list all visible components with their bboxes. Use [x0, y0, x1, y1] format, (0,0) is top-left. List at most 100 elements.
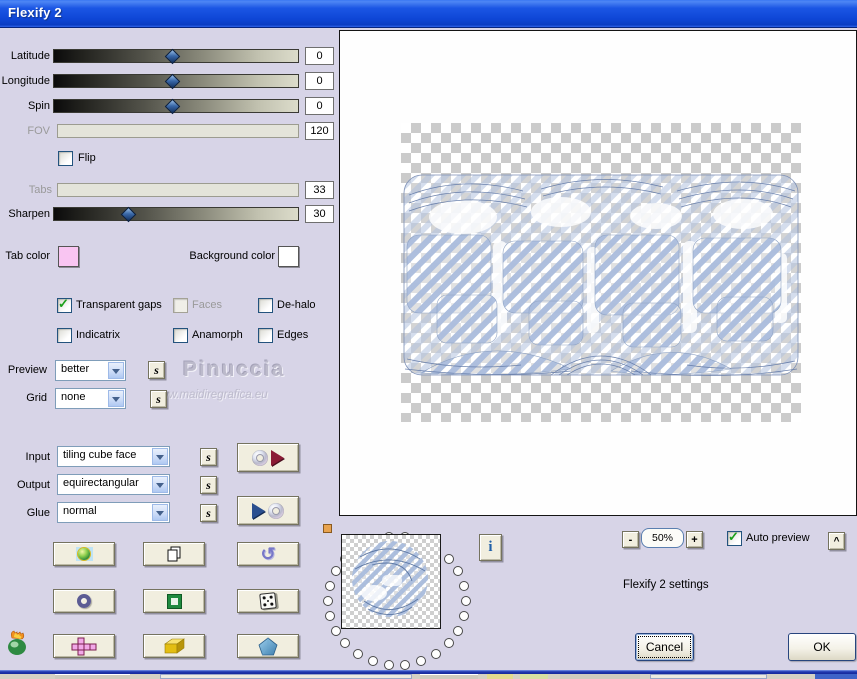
- globe-icon: [75, 547, 93, 561]
- input-select-label: Input: [25, 451, 50, 463]
- spin-slider-thumb[interactable]: [164, 98, 181, 115]
- transparent-gaps-label: Transparent gaps: [76, 299, 162, 311]
- ring-dot[interactable]: [443, 638, 454, 649]
- dehalo-checkbox[interactable]: [258, 298, 273, 313]
- ring-dot[interactable]: [340, 638, 351, 649]
- ok-button[interactable]: OK: [788, 633, 856, 661]
- undo-button[interactable]: ↺: [237, 542, 299, 566]
- preview-s-button[interactable]: s: [148, 361, 165, 379]
- anamorph-label: Anamorph: [192, 329, 243, 341]
- fov-slider: [57, 124, 299, 138]
- output-select-label: Output: [16, 479, 50, 491]
- tabs-slider: [57, 183, 299, 197]
- polyhedron-button[interactable]: [237, 634, 299, 658]
- tabs-label: Tabs: [28, 184, 52, 196]
- ring-dot[interactable]: [453, 566, 464, 577]
- brick-button[interactable]: [143, 634, 205, 658]
- zoom-out-button[interactable]: -: [622, 531, 639, 548]
- ring-dot[interactable]: [323, 596, 333, 606]
- longitude-slider[interactable]: [53, 73, 299, 90]
- ring-dot[interactable]: [383, 659, 394, 670]
- faces-label: Faces: [192, 299, 222, 311]
- spin-label: Spin: [27, 100, 50, 112]
- ring-dot[interactable]: [431, 648, 442, 659]
- glue-s-button[interactable]: s: [200, 504, 217, 522]
- chevron-down-icon[interactable]: [152, 476, 168, 493]
- sharpen-slider[interactable]: [53, 206, 299, 223]
- spin-slider[interactable]: [53, 98, 299, 115]
- grid-select[interactable]: none: [55, 388, 126, 409]
- ring-dot[interactable]: [330, 566, 341, 577]
- fov-value[interactable]: 120: [305, 122, 334, 140]
- longitude-slider-thumb[interactable]: [164, 73, 181, 90]
- ring-dot[interactable]: [416, 655, 427, 666]
- save-settings-button[interactable]: [237, 496, 299, 525]
- copy-button[interactable]: [143, 542, 205, 566]
- output-select-value: equirectangular: [63, 477, 139, 489]
- ring-dot[interactable]: [400, 659, 411, 670]
- transparent-gaps-checkbox[interactable]: ✓: [57, 296, 72, 313]
- input-select-value: tiling cube face: [63, 449, 137, 461]
- load-settings-button[interactable]: [237, 443, 299, 472]
- zoom-in-button[interactable]: +: [686, 531, 703, 548]
- glue-select-label: Glue: [26, 507, 50, 519]
- title-bar[interactable]: Flexify 2: [0, 0, 857, 28]
- auto-preview-checkbox[interactable]: ✓: [727, 529, 742, 546]
- cube-net-button[interactable]: [53, 634, 115, 658]
- sharpen-value[interactable]: 30: [305, 205, 334, 223]
- ring-dot[interactable]: [330, 625, 341, 636]
- frame-button[interactable]: [143, 589, 205, 613]
- spin-value[interactable]: 0: [305, 97, 334, 115]
- indicatrix-checkbox[interactable]: [57, 328, 72, 343]
- latitude-label: Latitude: [10, 50, 50, 62]
- ring-dot[interactable]: [443, 553, 454, 564]
- random-button[interactable]: [237, 589, 299, 613]
- preview-canvas[interactable]: [401, 123, 801, 422]
- output-select[interactable]: equirectangular: [57, 474, 170, 495]
- ring-dot[interactable]: [461, 596, 471, 606]
- zoom-level[interactable]: 50%: [641, 528, 684, 548]
- play-triangle-icon: [252, 502, 265, 519]
- flip-checkbox[interactable]: [58, 151, 73, 166]
- chevron-down-icon[interactable]: [152, 504, 168, 521]
- longitude-value[interactable]: 0: [305, 72, 334, 90]
- latitude-slider-thumb[interactable]: [164, 48, 181, 65]
- input-select[interactable]: tiling cube face: [57, 446, 170, 467]
- glue-select[interactable]: normal: [57, 502, 170, 523]
- sharpen-slider-thumb[interactable]: [120, 206, 137, 223]
- info-button[interactable]: i: [479, 534, 502, 561]
- expand-button[interactable]: ^: [828, 532, 845, 550]
- chevron-down-icon[interactable]: [108, 390, 124, 407]
- preview-thumbnail[interactable]: [341, 534, 441, 629]
- grid-s-button[interactable]: s: [150, 390, 167, 408]
- thumbnail-sphere-image: [352, 541, 428, 617]
- ring-marker[interactable]: [323, 524, 332, 533]
- globe-button[interactable]: [53, 542, 115, 566]
- torus-button[interactable]: [53, 589, 115, 613]
- ring-dot[interactable]: [325, 580, 335, 591]
- cancel-button[interactable]: Cancel: [635, 633, 694, 661]
- latitude-value[interactable]: 0: [305, 47, 334, 65]
- watermark-url: www.maidiregrafica.eu: [152, 389, 268, 401]
- output-s-button[interactable]: s: [200, 476, 217, 494]
- chevron-down-icon[interactable]: [152, 448, 168, 465]
- ring-dot[interactable]: [458, 580, 469, 591]
- ring-dot[interactable]: [325, 611, 335, 622]
- auto-preview-label: Auto preview: [746, 532, 810, 544]
- latitude-slider[interactable]: [53, 48, 299, 65]
- ring-dot[interactable]: [458, 611, 469, 622]
- tab-color-swatch[interactable]: [58, 246, 79, 267]
- edges-checkbox[interactable]: [258, 328, 273, 343]
- ring-dot[interactable]: [453, 625, 464, 636]
- ring-dot[interactable]: [367, 655, 378, 666]
- play-triangle-icon: [271, 449, 284, 466]
- anamorph-checkbox[interactable]: [173, 328, 188, 343]
- chevron-down-icon[interactable]: [108, 362, 124, 379]
- preview-select[interactable]: better: [55, 360, 126, 381]
- background-color-swatch[interactable]: [278, 246, 299, 267]
- grid-select-label: Grid: [26, 392, 47, 404]
- tabs-value[interactable]: 33: [305, 181, 334, 199]
- grid-select-value: none: [61, 391, 86, 403]
- ring-dot[interactable]: [352, 648, 363, 659]
- input-s-button[interactable]: s: [200, 448, 217, 466]
